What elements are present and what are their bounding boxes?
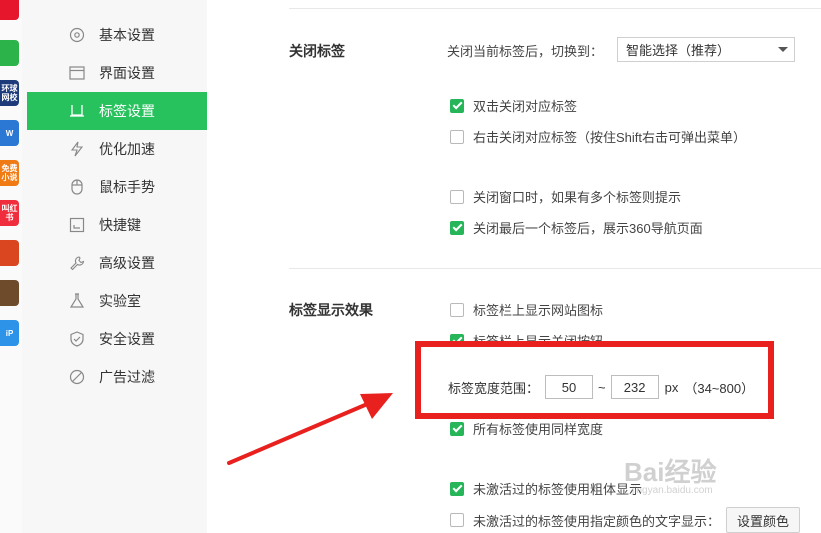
- option-show-site-icon[interactable]: 标签栏上显示网站图标: [450, 300, 603, 319]
- option-label: 关闭最后一个标签后，展示360导航页面: [473, 221, 703, 236]
- sidebar-item-9[interactable]: 广告过滤: [27, 358, 207, 396]
- castle-app-icon[interactable]: [0, 280, 19, 306]
- tab-width-label: 标签宽度范围：: [448, 380, 540, 396]
- option-label: 未激活过的标签使用粗体显示: [473, 482, 643, 497]
- divider: [289, 268, 821, 269]
- block-icon: [69, 369, 85, 385]
- sidebar-item-label: 界面设置: [99, 65, 155, 81]
- sidebar-item-1[interactable]: 界面设置: [27, 54, 207, 92]
- gear-icon: [69, 27, 85, 43]
- option-color-unvisited[interactable]: 未激活过的标签使用指定颜色的文字显示： 设置颜色: [450, 507, 801, 533]
- word-app-icon[interactable]: W: [0, 120, 19, 146]
- option-double-click-close[interactable]: 双击关闭对应标签: [450, 96, 577, 115]
- option-bold-unvisited[interactable]: 未激活过的标签使用粗体显示: [450, 479, 642, 498]
- settings-sidebar: 基本设置界面设置标签设置优化加速鼠标手势快捷键高级设置实验室安全设置广告过滤: [22, 0, 207, 533]
- range-separator: ~: [598, 379, 606, 395]
- sidebar-item-label: 实验室: [99, 293, 141, 309]
- checkbox[interactable]: [450, 220, 464, 235]
- tab-width-max-input[interactable]: [610, 375, 659, 399]
- section-title-close-tab: 关闭标签: [289, 43, 345, 59]
- sidebar-item-3[interactable]: 优化加速: [27, 130, 207, 168]
- tab-width-min-input[interactable]: [545, 375, 594, 399]
- option-label: 右击关闭对应标签（按住Shift右击可弹出菜单）: [473, 130, 747, 145]
- checkbox[interactable]: [450, 302, 464, 317]
- section-title-tab-display: 标签显示效果: [289, 302, 373, 318]
- sidebar-item-label: 快捷键: [99, 217, 141, 233]
- range-hint: （34~800）: [684, 380, 755, 396]
- sidebar-item-label: 高级设置: [99, 255, 155, 271]
- chevron-down-icon: [778, 47, 788, 52]
- option-show-360-nav[interactable]: 关闭最后一个标签后，展示360导航页面: [450, 218, 703, 237]
- sidebar-item-6[interactable]: 高级设置: [27, 244, 207, 282]
- divider: [289, 8, 821, 9]
- mail-app-icon[interactable]: [0, 40, 19, 66]
- shield-icon: [69, 331, 85, 347]
- sidebar-item-0[interactable]: 基本设置: [27, 16, 207, 54]
- lightning-icon: [69, 141, 85, 157]
- option-right-click-close[interactable]: 右击关闭对应标签（按住Shift右击可弹出菜单）: [450, 127, 746, 146]
- weibo-app-icon[interactable]: [0, 0, 19, 20]
- sidebar-item-8[interactable]: 安全设置: [27, 320, 207, 358]
- after-close-label: 关闭当前标签后，切换到：: [447, 44, 604, 59]
- window-icon: [69, 65, 85, 81]
- sidebar-item-label: 广告过滤: [99, 369, 155, 385]
- checkbox[interactable]: [450, 481, 464, 496]
- settings-content: 关闭标签 关闭当前标签后，切换到： 智能选择（推荐） 双击关闭对应标签 右击关闭…: [207, 0, 821, 533]
- checkbox[interactable]: [450, 98, 464, 113]
- tab-icon: [69, 103, 85, 119]
- sidebar-item-4[interactable]: 鼠标手势: [27, 168, 207, 206]
- sidebar-item-5[interactable]: 快捷键: [27, 206, 207, 244]
- option-label: 所有标签使用同样宽度: [473, 422, 604, 437]
- sidebar-item-label: 标签设置: [99, 103, 155, 119]
- checkbox[interactable]: [450, 513, 464, 527]
- after-close-select-value: 智能选择（推荐）: [626, 43, 731, 58]
- unit-label: px: [664, 379, 679, 395]
- keyboard-icon: [69, 217, 85, 233]
- option-warn-multiple-tabs[interactable]: 关闭窗口时，如果有多个标签则提示: [450, 187, 681, 206]
- option-label: 关闭窗口时，如果有多个标签则提示: [473, 190, 682, 205]
- app-strip: 环球网校 W 免费小说叫红书 iP: [0, 0, 22, 533]
- sidebar-item-label: 基本设置: [99, 27, 155, 43]
- news-app-icon[interactable]: 环球网校: [0, 80, 19, 106]
- after-close-select[interactable]: 智能选择（推荐）: [617, 37, 795, 62]
- tab-width-range: 标签宽度范围： ~ px （34~800）: [448, 375, 754, 399]
- set-color-button[interactable]: 设置颜色: [726, 507, 801, 533]
- flask-icon: [69, 293, 85, 309]
- highlight-box: 标签宽度范围： ~ px （34~800）: [415, 341, 774, 419]
- sidebar-item-label: 鼠标手势: [99, 179, 155, 195]
- sidebar-item-label: 优化加速: [99, 141, 155, 157]
- option-label: 未激活过的标签使用指定颜色的文字显示：: [473, 513, 721, 529]
- novel-app-icon[interactable]: 免费小说: [0, 160, 19, 186]
- sidebar-item-label: 安全设置: [99, 331, 155, 347]
- option-label: 标签栏上显示网站图标: [473, 303, 604, 318]
- option-same-width[interactable]: 所有标签使用同样宽度: [450, 419, 603, 438]
- checkbox[interactable]: [450, 129, 464, 144]
- sidebar-item-2[interactable]: 标签设置: [27, 92, 207, 130]
- sidebar-item-7[interactable]: 实验室: [27, 282, 207, 320]
- wrench-icon: [69, 255, 85, 271]
- mouse-icon: [69, 179, 85, 195]
- checkbox[interactable]: [450, 189, 464, 204]
- game-app-icon[interactable]: [0, 240, 19, 266]
- checkbox[interactable]: [450, 421, 464, 436]
- ip-app-icon[interactable]: iP: [0, 320, 19, 346]
- option-label: 双击关闭对应标签: [473, 99, 578, 114]
- book-app-icon[interactable]: 叫红书: [0, 200, 19, 226]
